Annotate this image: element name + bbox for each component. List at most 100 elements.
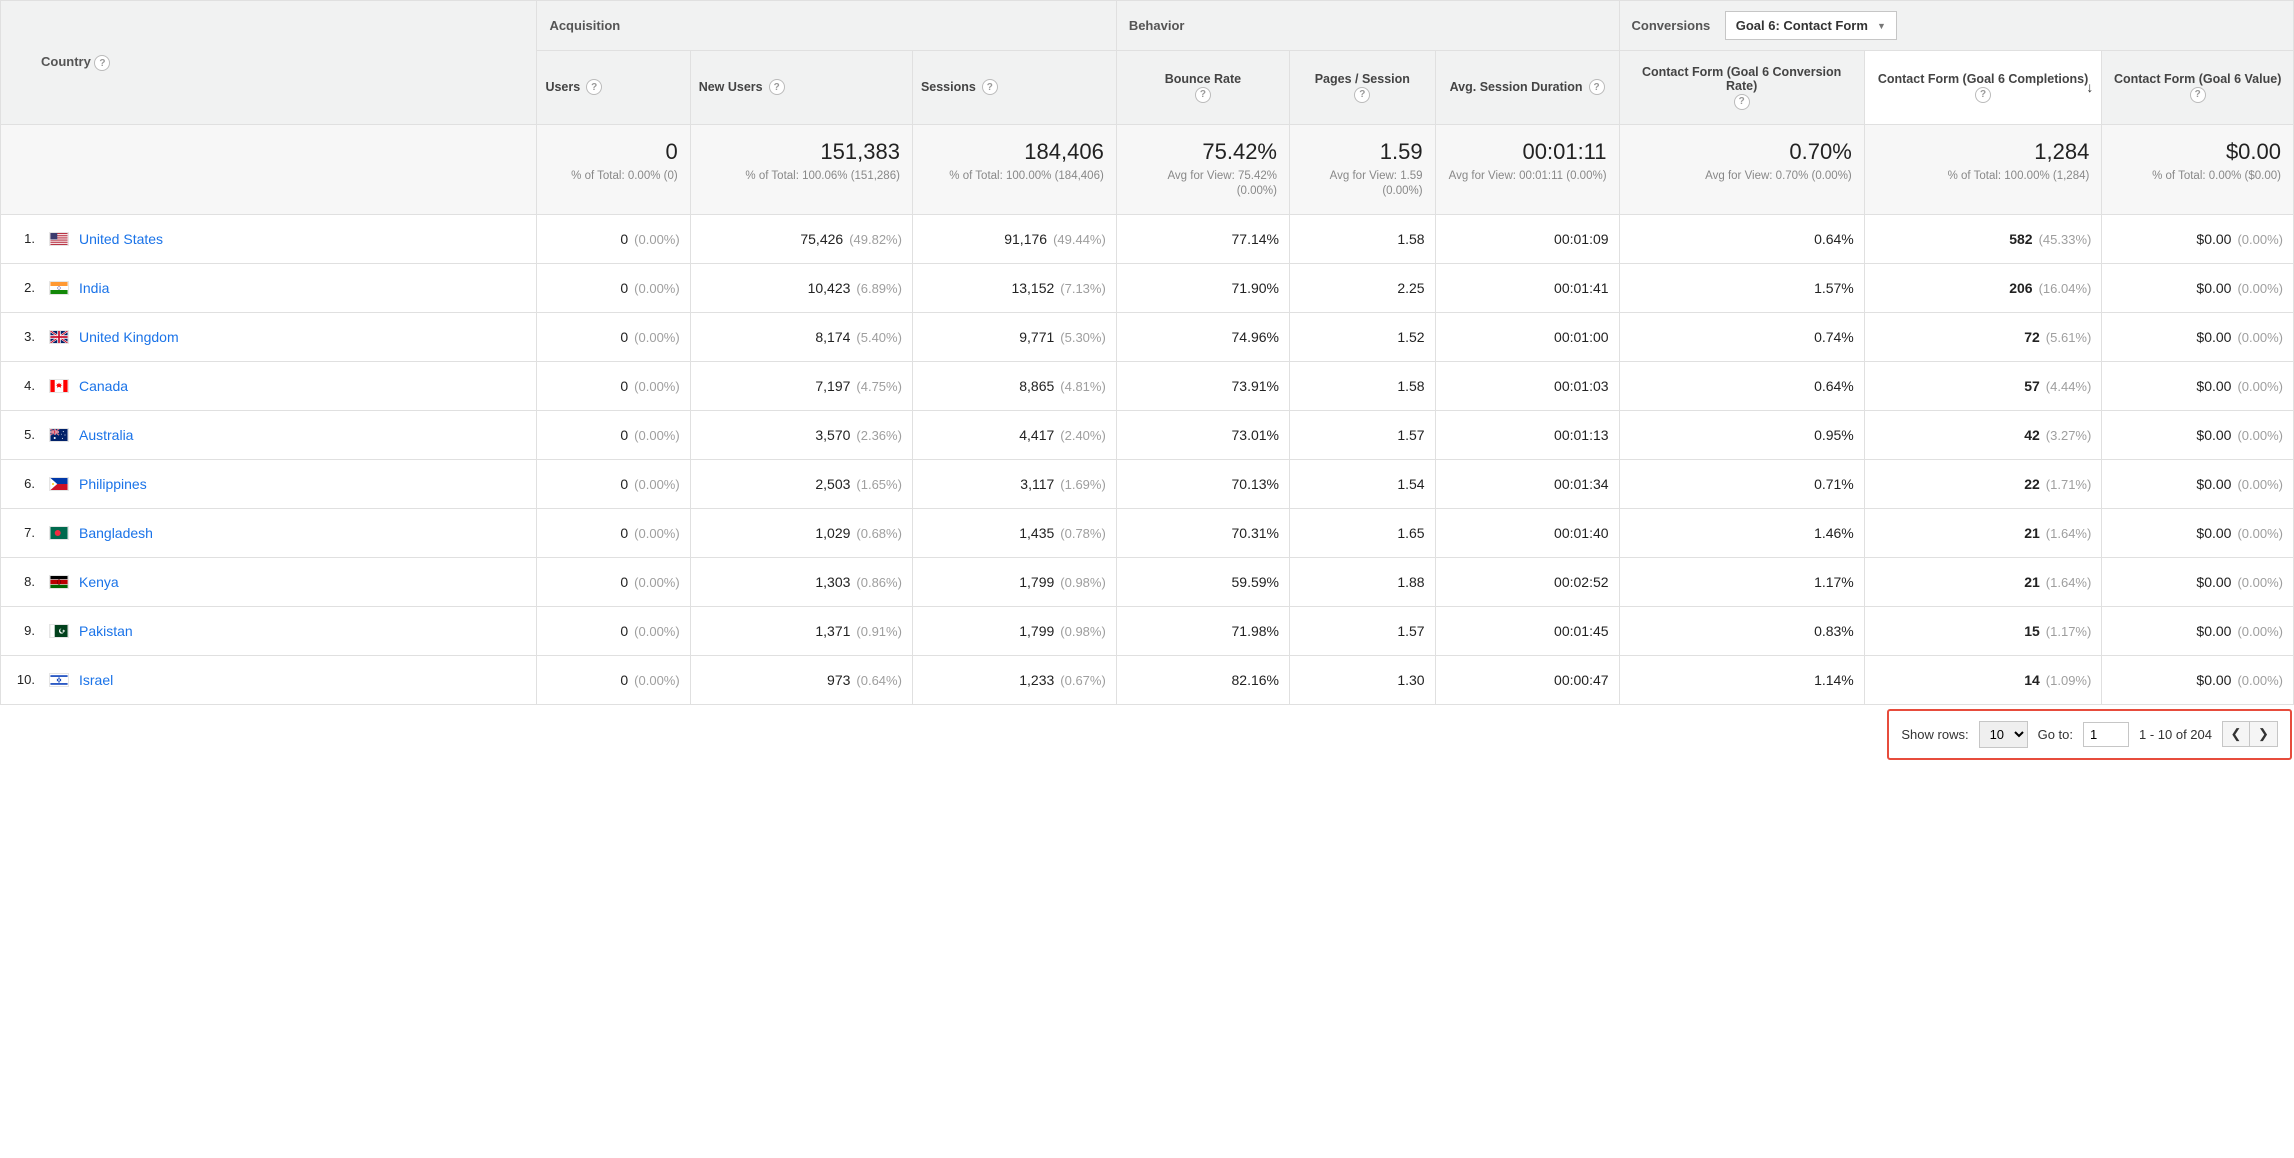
show-rows-select[interactable]: 10 xyxy=(1979,721,2028,748)
chevron-right-icon: ❯ xyxy=(2258,726,2269,742)
table-row: 3. United Kingdom 0(0.00%) 8,174(5.40%) … xyxy=(1,312,2294,361)
total-completions: 1,284% of Total: 100.00% (1,284) xyxy=(1864,124,2102,214)
country-link[interactable]: United States xyxy=(79,231,163,247)
cell-users: 0(0.00%) xyxy=(537,557,690,606)
country-link[interactable]: Australia xyxy=(79,427,133,443)
row-index: 2. xyxy=(1,280,45,295)
country-link[interactable]: Pakistan xyxy=(79,623,133,639)
cell-sessions: 1,233(0.67%) xyxy=(912,655,1116,704)
col-new-users[interactable]: New Users? xyxy=(690,51,912,125)
cell-conv-rate: 0.74% xyxy=(1619,312,1864,361)
cell-pages: 2.25 xyxy=(1290,263,1436,312)
totals-row: 0% of Total: 0.00% (0) 151,383% of Total… xyxy=(1,124,2294,214)
cell-sessions: 13,152(7.13%) xyxy=(912,263,1116,312)
table-row: 7. Bangladesh 0(0.00%) 1,029(0.68%) 1,43… xyxy=(1,508,2294,557)
cell-bounce: 77.14% xyxy=(1116,214,1289,263)
cell-duration: 00:01:34 xyxy=(1435,459,1619,508)
country-link[interactable]: United Kingdom xyxy=(79,329,179,345)
goal-selector[interactable]: Goal 6: Contact Form xyxy=(1725,11,1897,40)
help-icon[interactable]: ? xyxy=(1975,87,1991,103)
help-icon[interactable]: ? xyxy=(94,55,110,71)
cell-completions: 22(1.71%) xyxy=(1864,459,2102,508)
cell-sessions: 3,117(1.69%) xyxy=(912,459,1116,508)
table-row: 8. Kenya 0(0.00%) 1,303(0.86%) 1,799(0.9… xyxy=(1,557,2294,606)
cell-conv-rate: 1.46% xyxy=(1619,508,1864,557)
country-link[interactable]: Israel xyxy=(79,672,113,688)
col-conv-rate[interactable]: Contact Form (Goal 6 Conversion Rate)? xyxy=(1619,51,1864,125)
cell-conv-rate: 1.14% xyxy=(1619,655,1864,704)
cell-pages: 1.54 xyxy=(1290,459,1436,508)
cell-duration: 00:01:00 xyxy=(1435,312,1619,361)
help-icon[interactable]: ? xyxy=(1589,79,1605,95)
prev-page-button[interactable]: ❮ xyxy=(2222,721,2250,747)
next-page-button[interactable]: ❯ xyxy=(2250,721,2278,747)
pager-range: 1 - 10 of 204 xyxy=(2139,727,2212,742)
cell-users: 0(0.00%) xyxy=(537,312,690,361)
cell-value: $0.00(0.00%) xyxy=(2102,606,2294,655)
cell-new-users: 7,197(4.75%) xyxy=(690,361,912,410)
row-index: 3. xyxy=(1,329,45,344)
cell-new-users: 1,303(0.86%) xyxy=(690,557,912,606)
cell-conv-rate: 0.64% xyxy=(1619,361,1864,410)
cell-sessions: 8,865(4.81%) xyxy=(912,361,1116,410)
cell-new-users: 1,029(0.68%) xyxy=(690,508,912,557)
cell-completions: 57(4.44%) xyxy=(1864,361,2102,410)
help-icon[interactable]: ? xyxy=(1195,87,1211,103)
pager: Show rows: 10 Go to: 1 - 10 of 204 ❮ ❯ xyxy=(1887,709,2292,760)
cell-pages: 1.65 xyxy=(1290,508,1436,557)
col-avg-duration[interactable]: Avg. Session Duration? xyxy=(1435,51,1619,125)
col-bounce-rate[interactable]: Bounce Rate? xyxy=(1116,51,1289,125)
country-link[interactable]: India xyxy=(79,280,109,296)
cell-new-users: 973(0.64%) xyxy=(690,655,912,704)
flag-icon xyxy=(45,379,73,393)
total-conv-rate: 0.70%Avg for View: 0.70% (0.00%) xyxy=(1619,124,1864,214)
cell-completions: 21(1.64%) xyxy=(1864,508,2102,557)
cell-duration: 00:01:40 xyxy=(1435,508,1619,557)
cell-value: $0.00(0.00%) xyxy=(2102,508,2294,557)
country-link[interactable]: Kenya xyxy=(79,574,119,590)
cell-new-users: 1,371(0.91%) xyxy=(690,606,912,655)
cell-value: $0.00(0.00%) xyxy=(2102,459,2294,508)
country-link[interactable]: Philippines xyxy=(79,476,147,492)
cell-conv-rate: 1.57% xyxy=(1619,263,1864,312)
cell-value: $0.00(0.00%) xyxy=(2102,263,2294,312)
help-icon[interactable]: ? xyxy=(1354,87,1370,103)
country-link[interactable]: Bangladesh xyxy=(79,525,153,541)
col-users[interactable]: Users? xyxy=(537,51,690,125)
table-row: 5. Australia 0(0.00%) 3,570(2.36%) 4,417… xyxy=(1,410,2294,459)
cell-value: $0.00(0.00%) xyxy=(2102,557,2294,606)
flag-icon xyxy=(45,330,73,344)
col-value[interactable]: Contact Form (Goal 6 Value)? xyxy=(2102,51,2294,125)
total-users: 0% of Total: 0.00% (0) xyxy=(537,124,690,214)
cell-new-users: 10,423(6.89%) xyxy=(690,263,912,312)
col-completions[interactable]: Contact Form (Goal 6 Completions) ?↓ xyxy=(1864,51,2102,125)
cell-bounce: 71.90% xyxy=(1116,263,1289,312)
show-rows-label: Show rows: xyxy=(1901,727,1968,742)
help-icon[interactable]: ? xyxy=(1734,94,1750,110)
cell-sessions: 91,176(49.44%) xyxy=(912,214,1116,263)
help-icon[interactable]: ? xyxy=(982,79,998,95)
cell-pages: 1.88 xyxy=(1290,557,1436,606)
table-row: 9. Pakistan 0(0.00%) 1,371(0.91%) 1,799(… xyxy=(1,606,2294,655)
col-pages-session[interactable]: Pages / Session? xyxy=(1290,51,1436,125)
cell-completions: 21(1.64%) xyxy=(1864,557,2102,606)
dimension-header[interactable]: Country ? xyxy=(1,1,537,125)
cell-completions: 15(1.17%) xyxy=(1864,606,2102,655)
col-sessions[interactable]: Sessions? xyxy=(912,51,1116,125)
group-conversions: Conversions Goal 6: Contact Form xyxy=(1619,1,2293,51)
country-link[interactable]: Canada xyxy=(79,378,128,394)
cell-bounce: 74.96% xyxy=(1116,312,1289,361)
help-icon[interactable]: ? xyxy=(2190,87,2206,103)
cell-pages: 1.58 xyxy=(1290,214,1436,263)
help-icon[interactable]: ? xyxy=(586,79,602,95)
flag-icon xyxy=(45,232,73,246)
cell-users: 0(0.00%) xyxy=(537,606,690,655)
cell-users: 0(0.00%) xyxy=(537,263,690,312)
cell-users: 0(0.00%) xyxy=(537,214,690,263)
cell-value: $0.00(0.00%) xyxy=(2102,312,2294,361)
sort-arrow-down-icon: ↓ xyxy=(2086,79,2093,95)
go-to-input[interactable] xyxy=(2083,722,2129,747)
cell-bounce: 82.16% xyxy=(1116,655,1289,704)
help-icon[interactable]: ? xyxy=(769,79,785,95)
cell-value: $0.00(0.00%) xyxy=(2102,361,2294,410)
